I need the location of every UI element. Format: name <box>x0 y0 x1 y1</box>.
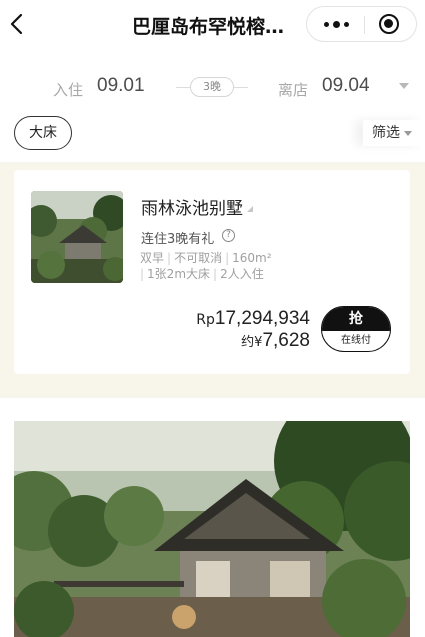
capsule-divider <box>364 16 365 34</box>
corner-arrow-icon <box>247 206 253 212</box>
dropdown-arrow-icon[interactable] <box>399 83 409 89</box>
price-currency: Rp <box>196 312 215 328</box>
checkin-label: 入住 <box>53 81 84 99</box>
tag-bed: 1张2m大床 <box>147 267 211 281</box>
book-button[interactable]: 抢 在线付 <box>321 306 391 352</box>
room-tags: 双早 | 不可取消 | 160m² | 1张2m大床 | 2人入住 <box>140 250 330 282</box>
more-dots-icon[interactable] <box>307 7 365 41</box>
nights-badge: 3晚 <box>190 77 234 97</box>
tag-cancellation: 不可取消 <box>174 251 223 265</box>
book-button-sublabel: 在线付 <box>341 335 371 346</box>
room-tags-line-2: | 1张2m大床 | 2人入住 <box>140 267 264 281</box>
tag-occupancy: 2人入住 <box>220 267 264 281</box>
filter-label: 筛选 <box>372 125 400 141</box>
mini-program-capsule <box>306 6 417 42</box>
room-tags-line-1: 双早 | 不可取消 | 160m² <box>140 251 272 265</box>
page-title: 巴厘岛布罕悦榕… <box>132 16 285 38</box>
price-local: Rp17,294,934 <box>196 308 310 330</box>
info-icon[interactable]: ? <box>222 229 235 242</box>
approx-value: 7,628 <box>262 330 310 351</box>
room-thumbnail[interactable] <box>31 191 123 283</box>
tag-area: 160m² <box>232 251 272 265</box>
approx-label: 约¥ <box>241 335 263 350</box>
filter-bar: 大床 筛选 <box>0 112 425 162</box>
date-selector[interactable]: 入住 09.01 3晚 离店 09.04 <box>0 70 425 106</box>
book-button-label: 抢 <box>322 307 390 331</box>
back-chevron-icon[interactable] <box>6 10 30 38</box>
villa-photo[interactable] <box>14 421 410 637</box>
checkout-date[interactable]: 09.04 <box>322 75 370 97</box>
checkout-label: 离店 <box>278 81 309 99</box>
filter-button[interactable]: 筛选 <box>363 120 425 146</box>
room-name: 雨林泳池别墅 <box>141 199 243 219</box>
checkin-date[interactable]: 09.01 <box>97 75 145 97</box>
price-value: 17,294,934 <box>214 308 310 329</box>
tag-breakfast: 双早 <box>140 251 165 265</box>
target-circle-icon[interactable] <box>379 14 399 34</box>
gift-promo-text: 连住3晚有礼 <box>141 232 215 247</box>
price-cny: 约¥7,628 <box>241 330 310 352</box>
top-nav-bar: 巴厘岛布罕悦榕… <box>0 0 425 50</box>
bed-type-chip[interactable]: 大床 <box>14 116 72 150</box>
filter-caret-icon <box>404 131 412 136</box>
